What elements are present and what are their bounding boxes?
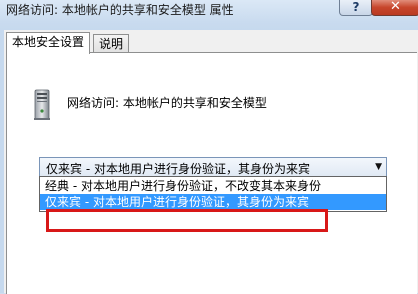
title-bar[interactable]: 网络访问: 本地帐户的共享和安全模型 属性 ? ✕	[0, 0, 418, 22]
select-value: 仅来宾 - 对本地用户进行身份验证，其身份为来宾	[46, 162, 310, 176]
properties-dialog: 网络访问: 本地帐户的共享和安全模型 属性 ? ✕ 本地安全设置 说明 网络访问…	[0, 0, 418, 294]
option-guest-only[interactable]: 仅来宾 - 对本地用户进行身份验证，其身份为来宾	[40, 194, 386, 210]
computer-tower-icon	[34, 89, 50, 120]
tab-label: 本地安全设置	[12, 35, 85, 49]
tab-label: 说明	[99, 37, 124, 51]
option-classic[interactable]: 经典 - 对本地用户进行身份验证，不改变其本来身份	[40, 178, 386, 194]
dialog-body: 本地安全设置 说明 网络访问: 本地帐户的共享和安全模型 仅来宾 - 对本地用户…	[4, 30, 418, 294]
security-model-select[interactable]: 仅来宾 - 对本地用户进行身份验证，其身份为来宾 ▼	[39, 157, 387, 177]
window-title: 网络访问: 本地帐户的共享和安全模型 属性	[6, 3, 234, 17]
policy-name-label: 网络访问: 本地帐户的共享和安全模型	[67, 96, 267, 110]
tab-local-security-setting[interactable]: 本地安全设置	[6, 32, 91, 54]
close-button[interactable]: ✕	[371, 0, 418, 16]
tab-explain[interactable]: 说明	[93, 34, 130, 53]
chevron-down-icon[interactable]: ▼	[375, 160, 382, 174]
tab-panel: 网络访问: 本地帐户的共享和安全模型 仅来宾 - 对本地用户进行身份验证，其身份…	[6, 52, 417, 294]
security-model-options: 经典 - 对本地用户进行身份验证，不改变其本来身份 仅来宾 - 对本地用户进行身…	[39, 176, 387, 212]
help-button[interactable]: ?	[339, 0, 373, 16]
annotation-highlight-box	[46, 209, 328, 232]
